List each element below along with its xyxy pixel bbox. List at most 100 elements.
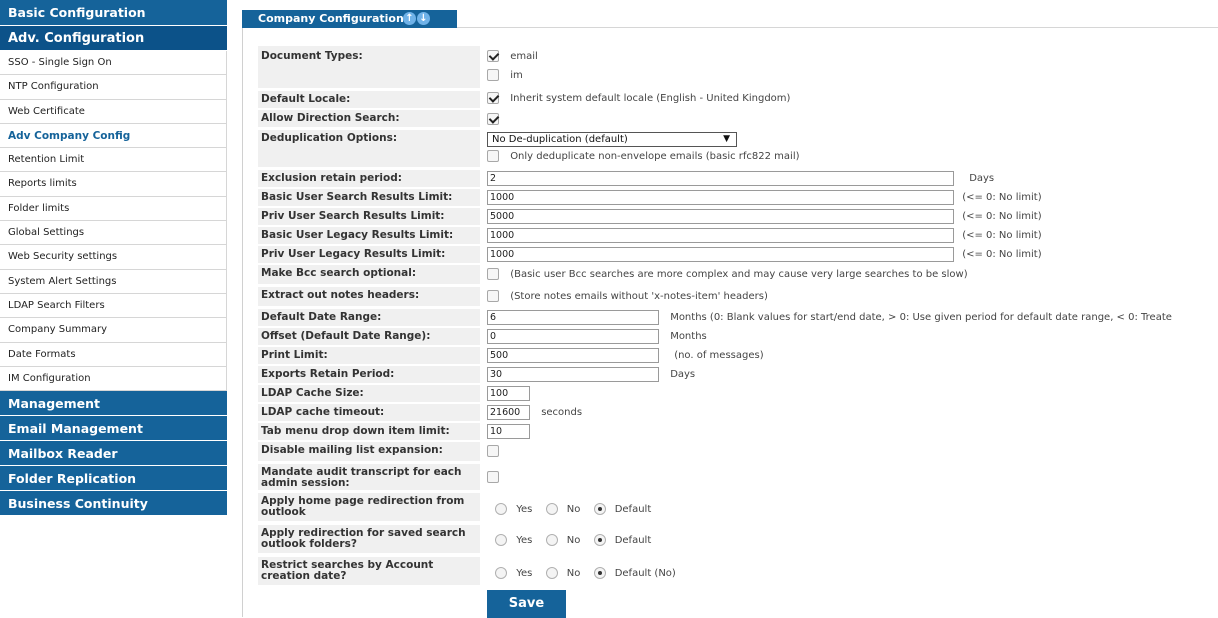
offset-hint: Months — [670, 331, 707, 342]
only-deduplicate-text: Only deduplicate non-envelope emails (ba… — [510, 150, 800, 162]
exports-retain-input[interactable]: 30 — [487, 367, 659, 382]
sidebar-item-ldap-search-filters[interactable]: LDAP Search Filters — [0, 293, 227, 319]
disable-mailing-label: Disable mailing list expansion: — [258, 442, 480, 461]
default-date-range-label: Default Date Range: — [258, 309, 480, 326]
tab-menu-limit-input[interactable]: 10 — [487, 424, 530, 439]
sidebar-item-retention-limit[interactable]: Retention Limit — [0, 148, 227, 173]
home-redirect-default-radio[interactable] — [593, 503, 606, 515]
saved-search-redirect-default-label: Default — [614, 534, 652, 546]
document-types-label: Document Types: — [258, 46, 480, 88]
basic-user-legacy-label: Basic User Legacy Results Limit: — [258, 227, 480, 244]
allow-direction-search-label: Allow Direction Search: — [258, 110, 480, 127]
nav-section-folder-replication[interactable]: Folder Replication — [0, 466, 227, 492]
bcc-optional-text: (Basic user Bcc searches are more comple… — [510, 268, 968, 280]
sidebar-item-im-configuration[interactable]: IM Configuration — [0, 366, 227, 392]
print-limit-input[interactable]: 500 — [487, 348, 659, 363]
saved-search-redirect-label: Apply redirection for saved search outlo… — [258, 525, 480, 553]
mandate-audit-checkbox[interactable] — [487, 471, 499, 483]
default-date-range-input[interactable]: 6 — [487, 310, 659, 325]
restrict-searches-yes-radio[interactable] — [495, 567, 507, 579]
save-button[interactable]: Save — [487, 590, 566, 618]
sidebar-item-web-certificate[interactable]: Web Certificate — [0, 99, 227, 124]
dropdown-arrow-icon: ▼ — [723, 134, 730, 144]
document-type-im-label: im — [510, 69, 523, 81]
saved-search-redirect-default-radio[interactable] — [593, 534, 606, 546]
notes-headers-label: Extract out notes headers: — [258, 287, 480, 306]
home-redirect-no-label: No — [566, 503, 581, 515]
priv-user-legacy-hint: (<= 0: No limit) — [962, 249, 1042, 260]
nav-section-mailbox-reader[interactable]: Mailbox Reader — [0, 441, 227, 467]
basic-user-legacy-input[interactable]: 1000 — [487, 228, 954, 243]
basic-user-legacy-hint: (<= 0: No limit) — [962, 230, 1042, 241]
nav-section-email-management[interactable]: Email Management — [0, 416, 227, 442]
sidebar-item-system-alert-settings[interactable]: System Alert Settings — [0, 269, 227, 294]
mandate-audit-label: Mandate audit transcript for each admin … — [258, 464, 480, 490]
sidebar-item-date-formats[interactable]: Date Formats — [0, 342, 227, 367]
exclusion-retain-input[interactable]: 2 — [487, 171, 954, 186]
notes-headers-checkbox[interactable] — [487, 290, 499, 302]
document-type-email-checkbox[interactable] — [487, 50, 499, 62]
main-divider — [242, 10, 243, 617]
basic-user-search-label: Basic User Search Results Limit: — [258, 189, 480, 206]
sidebar-item-sso[interactable]: SSO - Single Sign On — [0, 51, 227, 76]
exclusion-retain-label: Exclusion retain period: — [258, 170, 480, 187]
sidebar-item-global-settings[interactable]: Global Settings — [0, 221, 227, 246]
restrict-searches-default-radio[interactable] — [593, 567, 606, 579]
disable-mailing-checkbox[interactable] — [487, 445, 499, 457]
tab-strip: Company Configuration ↑ ↓ — [242, 10, 1218, 28]
tab-company-configuration[interactable]: Company Configuration ↑ ↓ — [242, 10, 457, 28]
basic-user-search-input[interactable]: 1000 — [487, 190, 954, 205]
restrict-searches-default-label: Default (No) — [614, 567, 676, 579]
sidebar-item-reports-limits[interactable]: Reports limits — [0, 172, 227, 197]
home-redirect-default-label: Default — [614, 503, 652, 515]
priv-user-search-label: Priv User Search Results Limit: — [258, 208, 480, 225]
offset-input[interactable]: 0 — [487, 329, 659, 344]
ldap-cache-size-label: LDAP Cache Size: — [258, 385, 480, 402]
default-locale-label: Default Locale: — [258, 91, 480, 108]
print-limit-label: Print Limit: — [258, 347, 480, 364]
priv-user-legacy-input[interactable]: 1000 — [487, 247, 954, 262]
document-type-im-checkbox[interactable] — [487, 69, 499, 81]
offset-label: Offset (Default Date Range): — [258, 328, 480, 345]
deduplication-select-value: No De-duplication (default) — [492, 134, 628, 145]
nav-section-adv-configuration[interactable]: Adv. Configuration — [0, 26, 227, 51]
saved-search-redirect-yes-label: Yes — [516, 534, 533, 546]
home-redirect-no-radio[interactable] — [545, 503, 558, 515]
exclusion-retain-unit: Days — [969, 173, 995, 184]
default-date-range-hint: Months (0: Blank values for start/end da… — [670, 312, 1172, 323]
sidebar-nav: Basic Configuration Adv. Configuration S… — [0, 0, 227, 517]
arrow-up-icon[interactable]: ↑ — [403, 12, 416, 25]
document-type-email-label: email — [510, 50, 538, 62]
ldap-cache-timeout-input[interactable]: 21600 — [487, 405, 530, 420]
default-locale-checkbox[interactable] — [487, 92, 499, 104]
nav-section-business-continuity[interactable]: Business Continuity — [0, 491, 227, 517]
nav-section-basic-configuration[interactable]: Basic Configuration — [0, 0, 227, 26]
restrict-searches-yes-label: Yes — [516, 567, 533, 579]
deduplication-select[interactable]: No De-duplication (default) ▼ — [487, 132, 737, 147]
default-locale-text: Inherit system default locale (English -… — [510, 92, 791, 104]
ldap-cache-timeout-label: LDAP cache timeout: — [258, 404, 480, 421]
priv-user-search-input[interactable]: 5000 — [487, 209, 954, 224]
home-redirect-yes-radio[interactable] — [495, 503, 507, 515]
nav-section-management[interactable]: Management — [0, 391, 227, 417]
bcc-optional-checkbox[interactable] — [487, 268, 499, 280]
saved-search-redirect-no-label: No — [566, 534, 581, 546]
sidebar-item-adv-company-config[interactable]: Adv Company Config — [0, 123, 227, 149]
ldap-cache-size-input[interactable]: 100 — [487, 386, 530, 401]
exports-retain-label: Exports Retain Period: — [258, 366, 480, 383]
ldap-cache-timeout-hint: seconds — [541, 407, 583, 418]
sidebar-item-folder-limits[interactable]: Folder limits — [0, 196, 227, 222]
saved-search-redirect-yes-radio[interactable] — [495, 534, 507, 546]
deduplication-options-label: Deduplication Options: — [258, 130, 480, 167]
restrict-searches-no-radio[interactable] — [545, 567, 558, 579]
arrow-down-icon[interactable]: ↓ — [417, 12, 430, 25]
only-deduplicate-checkbox[interactable] — [487, 150, 499, 162]
exports-retain-hint: Days — [670, 369, 696, 380]
sidebar-item-ntp-configuration[interactable]: NTP Configuration — [0, 75, 227, 100]
print-limit-hint: (no. of messages) — [674, 350, 764, 361]
allow-direction-search-checkbox[interactable] — [487, 113, 499, 125]
saved-search-redirect-no-radio[interactable] — [545, 534, 558, 546]
sidebar-item-web-security-settings[interactable]: Web Security settings — [0, 245, 227, 270]
restrict-searches-no-label: No — [566, 567, 581, 579]
sidebar-item-company-summary[interactable]: Company Summary — [0, 318, 227, 343]
